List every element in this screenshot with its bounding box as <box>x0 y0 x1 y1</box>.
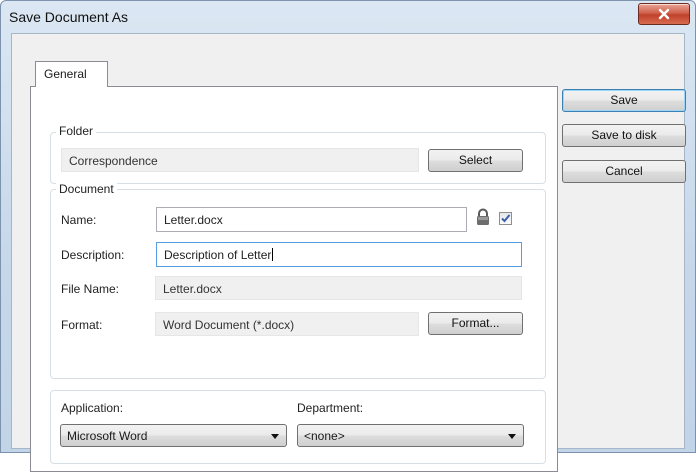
format-field: Word Document (*.docx) <box>155 312 419 336</box>
description-input[interactable]: Description of Letter <box>156 242 522 267</box>
dialog-body: General Folder Correspondence Select Doc… <box>11 33 686 472</box>
general-tab-panel: Folder Correspondence Select Document Na… <box>30 86 558 472</box>
folder-field: Correspondence <box>61 148 419 172</box>
window-title: Save Document As <box>9 9 129 25</box>
application-select[interactable]: Microsoft Word <box>60 424 287 447</box>
department-select[interactable]: <none> <box>297 424 524 447</box>
save-button[interactable]: Save <box>562 89 686 112</box>
department-label: Department: <box>297 401 364 415</box>
format-button[interactable]: Format... <box>428 312 523 335</box>
name-label: Name: <box>61 213 97 227</box>
department-select-value: <none> <box>304 429 345 443</box>
document-group-label: Document <box>56 182 117 196</box>
chevron-down-icon <box>508 434 516 439</box>
tab-general[interactable]: General <box>35 61 108 87</box>
lock-icon <box>477 208 489 225</box>
checkmark-icon <box>501 214 511 223</box>
description-label: Description: <box>61 248 125 262</box>
chevron-down-icon <box>271 434 279 439</box>
close-button[interactable] <box>638 3 690 25</box>
application-select-value: Microsoft Word <box>67 429 148 443</box>
cancel-button[interactable]: Cancel <box>562 160 686 183</box>
save-to-disk-button[interactable]: Save to disk <box>562 124 686 147</box>
file-name-label: File Name: <box>61 282 120 296</box>
name-lock-checkbox[interactable] <box>499 212 512 225</box>
application-label: Application: <box>61 401 124 415</box>
folder-group-label: Folder <box>56 124 97 138</box>
file-name-field: Letter.docx <box>155 276 522 300</box>
description-text: Description of Letter <box>164 248 272 262</box>
title-bar[interactable]: Save Document As <box>1 1 695 31</box>
close-icon <box>658 8 670 20</box>
format-label: Format: <box>61 318 103 332</box>
text-caret <box>272 248 274 261</box>
select-folder-button[interactable]: Select <box>428 149 523 172</box>
dialog-window: Save Document As General Folder Correspo… <box>0 0 696 472</box>
name-input[interactable]: Letter.docx <box>156 207 467 232</box>
